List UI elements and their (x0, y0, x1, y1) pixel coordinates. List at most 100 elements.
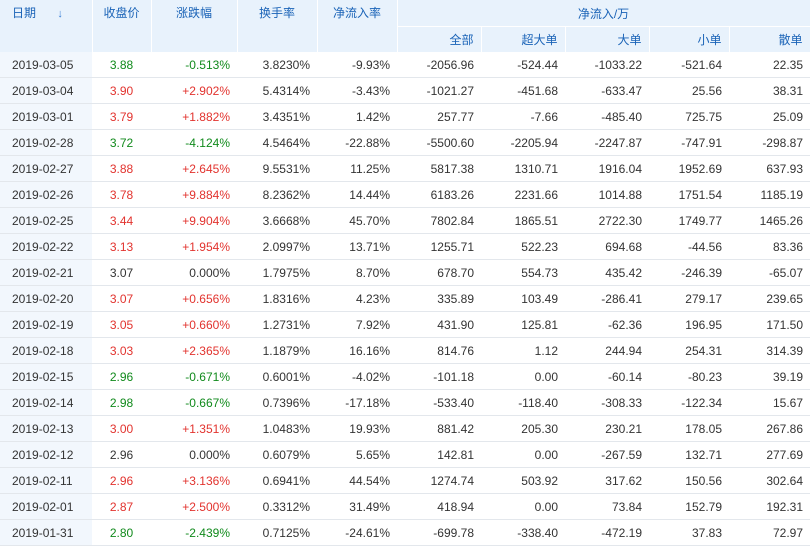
retail-cell: 192.31 (729, 493, 810, 520)
retail-cell: -65.07 (729, 259, 810, 286)
date-cell: 2019-02-28 (0, 129, 92, 156)
retail-cell: 1185.19 (729, 181, 810, 208)
net-ratio-cell: 13.71% (317, 233, 397, 260)
change-cell: 0.000% (151, 259, 237, 286)
net-ratio-cell: 8.70% (317, 259, 397, 286)
large-cell: 244.94 (565, 337, 649, 364)
turnover-cell: 0.6001% (237, 363, 317, 390)
header-change[interactable]: 涨跌幅 (151, 0, 238, 52)
large-cell: -1033.22 (565, 52, 649, 78)
large-cell: 230.21 (565, 415, 649, 442)
all-cell: 142.81 (397, 441, 481, 468)
turnover-cell: 0.3312% (237, 493, 317, 520)
header-retail[interactable]: 散单 (729, 26, 810, 52)
all-cell: -2056.96 (397, 52, 481, 78)
small-cell: 196.95 (649, 311, 729, 338)
small-cell: 150.56 (649, 467, 729, 494)
change-cell: +3.136% (151, 467, 237, 494)
small-cell: 1749.77 (649, 207, 729, 234)
small-cell: -44.56 (649, 233, 729, 260)
header-close[interactable]: 收盘价 (92, 0, 152, 52)
header-net-inflow-group: 净流入/万 (397, 0, 810, 27)
close-cell: 3.88 (92, 155, 151, 182)
large-cell: 317.62 (565, 467, 649, 494)
sort-down-icon[interactable]: ↓ (57, 8, 63, 20)
header-super-large[interactable]: 超大单 (481, 26, 566, 52)
large-cell: 73.84 (565, 493, 649, 520)
all-cell: 881.42 (397, 415, 481, 442)
super-large-cell: 554.73 (481, 259, 565, 286)
super-large-cell: -524.44 (481, 52, 565, 78)
table-row: 2019-01-31 2.80 -2.439% 0.7125% -24.61% -699.… (0, 519, 810, 546)
turnover-cell: 5.4314% (237, 77, 317, 104)
large-cell: 694.68 (565, 233, 649, 260)
small-cell: 25.56 (649, 77, 729, 104)
net-ratio-cell: 7.92% (317, 311, 397, 338)
all-cell: 418.94 (397, 493, 481, 520)
retail-cell: 637.93 (729, 155, 810, 182)
change-cell: +1.954% (151, 233, 237, 260)
large-cell: -485.40 (565, 103, 649, 130)
change-cell: -0.667% (151, 389, 237, 416)
all-cell: 1274.74 (397, 467, 481, 494)
money-flow-table: 日期 ↓ 收盘价 涨跌幅 换手率 净流入率 净流入/万 全部 超大单 大单 小单… (0, 0, 810, 546)
retail-cell: 39.19 (729, 363, 810, 390)
large-cell: -308.33 (565, 389, 649, 416)
table-row: 2019-02-13 3.00 +1.351% 1.0483% 19.93% 881.42… (0, 415, 810, 442)
net-ratio-cell: 1.42% (317, 103, 397, 130)
super-large-cell: 1.12 (481, 337, 565, 364)
super-large-cell: 205.30 (481, 415, 565, 442)
table-row: 2019-02-28 3.72 -4.124% 4.5464% -22.88% -5500… (0, 129, 810, 156)
close-cell: 3.07 (92, 285, 151, 312)
small-cell: -521.64 (649, 52, 729, 78)
change-cell: -0.671% (151, 363, 237, 390)
large-cell: 1014.88 (565, 181, 649, 208)
header-turnover[interactable]: 换手率 (237, 0, 318, 52)
header-net-ratio[interactable]: 净流入率 (317, 0, 398, 52)
close-cell: 2.87 (92, 493, 151, 520)
header-date[interactable]: 日期 ↓ (0, 0, 93, 52)
all-cell: 335.89 (397, 285, 481, 312)
retail-cell: -298.87 (729, 129, 810, 156)
large-cell: -60.14 (565, 363, 649, 390)
close-cell: 3.44 (92, 207, 151, 234)
net-ratio-cell: 16.16% (317, 337, 397, 364)
date-cell: 2019-02-25 (0, 207, 92, 234)
table-row: 2019-02-25 3.44 +9.904% 3.6668% 45.70% 7802.8… (0, 207, 810, 234)
net-ratio-cell: -9.93% (317, 52, 397, 78)
close-cell: 2.96 (92, 441, 151, 468)
header-small[interactable]: 小单 (649, 26, 730, 52)
super-large-cell: 2231.66 (481, 181, 565, 208)
small-cell: 725.75 (649, 103, 729, 130)
date-cell: 2019-02-20 (0, 285, 92, 312)
super-large-cell: 0.00 (481, 441, 565, 468)
close-cell: 3.79 (92, 103, 151, 130)
all-cell: -699.78 (397, 519, 481, 546)
date-cell: 2019-02-13 (0, 415, 92, 442)
small-cell: 279.17 (649, 285, 729, 312)
super-large-cell: -118.40 (481, 389, 565, 416)
small-cell: 254.31 (649, 337, 729, 364)
close-cell: 2.98 (92, 389, 151, 416)
header-all[interactable]: 全部 (397, 26, 482, 52)
large-cell: 2722.30 (565, 207, 649, 234)
all-cell: 257.77 (397, 103, 481, 130)
retail-cell: 239.65 (729, 285, 810, 312)
net-ratio-cell: 5.65% (317, 441, 397, 468)
all-cell: 431.90 (397, 311, 481, 338)
date-cell: 2019-02-18 (0, 337, 92, 364)
turnover-cell: 0.7396% (237, 389, 317, 416)
retail-cell: 72.97 (729, 519, 810, 546)
table-row: 2019-02-12 2.96 0.000% 0.6079% 5.65% 142.81 0.… (0, 441, 810, 468)
table-row: 2019-02-14 2.98 -0.667% 0.7396% -17.18% -533.… (0, 389, 810, 416)
change-cell: +9.884% (151, 181, 237, 208)
change-cell: +2.365% (151, 337, 237, 364)
retail-cell: 171.50 (729, 311, 810, 338)
turnover-cell: 9.5531% (237, 155, 317, 182)
change-cell: +2.902% (151, 77, 237, 104)
header-large[interactable]: 大单 (565, 26, 650, 52)
large-cell: -267.59 (565, 441, 649, 468)
turnover-cell: 3.8230% (237, 52, 317, 78)
table-row: 2019-03-01 3.79 +1.882% 3.4351% 1.42% 257.77-… (0, 103, 810, 130)
close-cell: 3.78 (92, 181, 151, 208)
